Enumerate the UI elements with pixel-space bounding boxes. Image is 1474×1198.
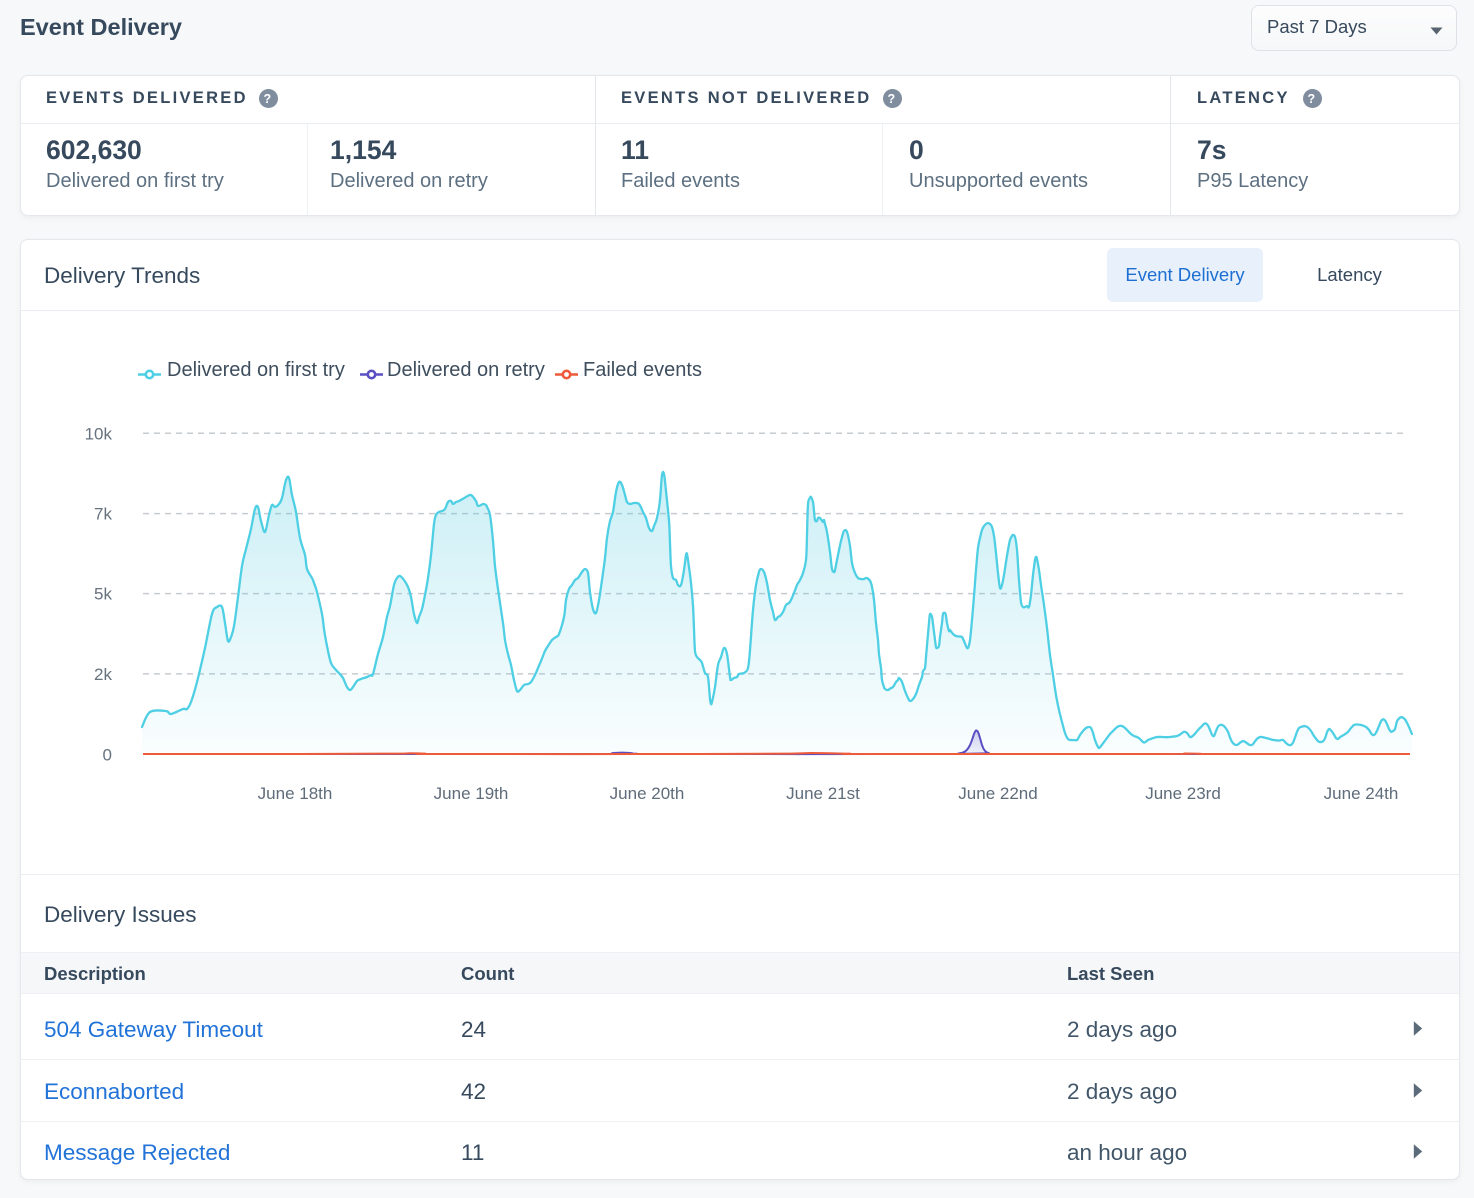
svg-text:7k: 7k bbox=[94, 505, 112, 524]
svg-text:10k: 10k bbox=[85, 424, 113, 443]
svg-text:June 24th: June 24th bbox=[1324, 784, 1399, 803]
svg-text:June 22nd: June 22nd bbox=[958, 784, 1037, 803]
svg-text:June 18th: June 18th bbox=[258, 784, 333, 803]
svg-text:5k: 5k bbox=[94, 585, 112, 604]
svg-text:2k: 2k bbox=[94, 665, 112, 684]
svg-text:June 20th: June 20th bbox=[610, 784, 685, 803]
svg-text:0: 0 bbox=[103, 745, 112, 764]
svg-text:June 21st: June 21st bbox=[786, 784, 860, 803]
svg-text:June 23rd: June 23rd bbox=[1145, 784, 1221, 803]
svg-text:June 19th: June 19th bbox=[434, 784, 509, 803]
